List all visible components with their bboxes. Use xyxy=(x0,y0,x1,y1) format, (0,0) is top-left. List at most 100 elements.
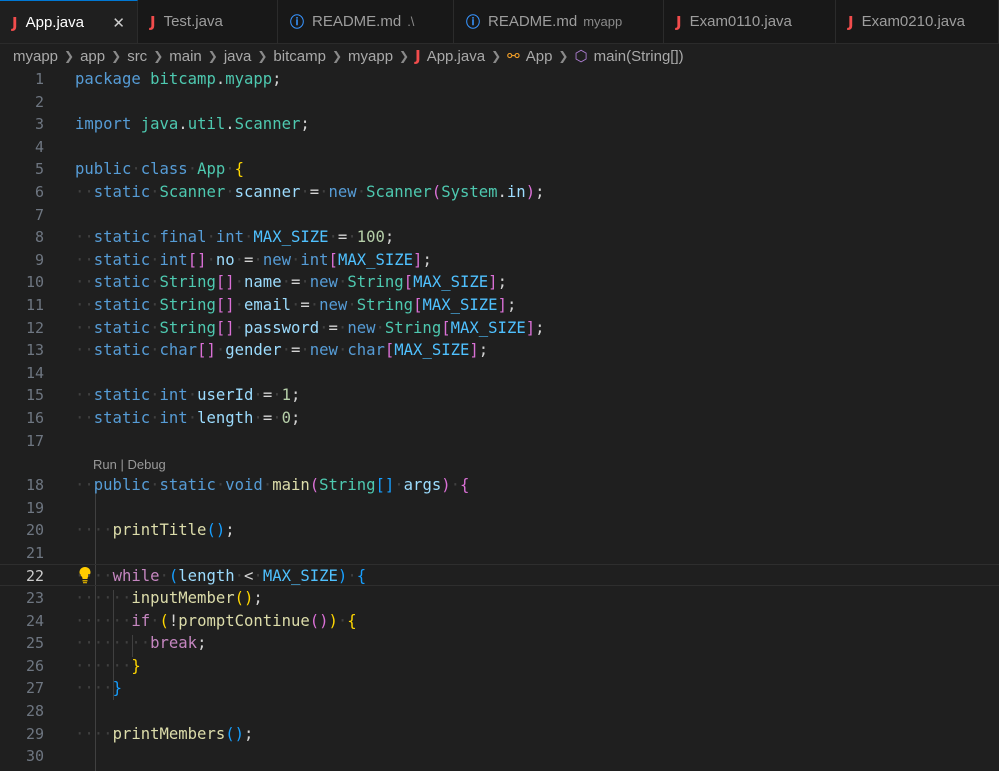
chevron-right-icon: ❯ xyxy=(331,49,343,63)
code-token: { xyxy=(347,611,357,630)
code-text: public·class·App·{ xyxy=(75,158,244,180)
code-token: password xyxy=(244,318,320,337)
tab-readme-root[interactable]: ⓘ README.md .\ xyxy=(278,0,454,43)
tab-exam0110-java[interactable]: J Exam0110.java xyxy=(664,0,836,43)
code-line[interactable]: 27 ····} xyxy=(0,677,999,699)
codelens-run-link[interactable]: Run xyxy=(93,457,117,472)
code-token: util xyxy=(187,115,226,134)
code-line[interactable]: 28 xyxy=(0,700,999,722)
whitespace-marker: · xyxy=(234,273,245,292)
code-token: ; xyxy=(244,724,254,743)
breadcrumb-item[interactable]: app xyxy=(80,48,105,65)
code-line[interactable]: 17 xyxy=(0,430,999,452)
code-line[interactable]: 26 ······} xyxy=(0,655,999,677)
code-token: { xyxy=(356,567,367,586)
breadcrumb-item[interactable]: myapp xyxy=(13,48,58,65)
whitespace-marker: · xyxy=(206,250,216,269)
code-line[interactable]: 24 ······if·(!promptContinue())·{ xyxy=(0,610,999,632)
line-number: 26 xyxy=(25,656,44,675)
code-line[interactable]: 3 import java.util.Scanner; xyxy=(0,113,999,135)
code-token: = xyxy=(337,228,348,247)
code-token: . xyxy=(497,183,507,201)
code-token: [ xyxy=(384,341,395,360)
breadcrumb-item[interactable]: myapp xyxy=(348,48,393,65)
code-line[interactable]: 22 ····while·(length·<·MAX_SIZE)·{ xyxy=(0,564,999,587)
code-token: int xyxy=(300,250,329,269)
code-token: public xyxy=(75,160,132,179)
code-line[interactable]: 12 ··static·String[]·password·=·new·Strin… xyxy=(0,317,999,339)
code-line[interactable]: 16 ··static·int·length·=·0; xyxy=(0,407,999,429)
code-text: ··static·String[]·email·=·new·String[MAX… xyxy=(75,294,516,316)
close-icon[interactable]: ✕ xyxy=(112,14,125,32)
code-token: [] xyxy=(197,341,216,360)
code-token: () xyxy=(309,611,329,630)
codelens-debug-link[interactable]: Debug xyxy=(127,457,165,472)
code-text: ··static·int[]·no·=·new·int[MAX_SIZE]; xyxy=(75,249,432,271)
tab-exam0210-java[interactable]: J Exam0210.java xyxy=(836,0,999,43)
whitespace-marker: · xyxy=(215,476,226,494)
breadcrumb-item[interactable]: java xyxy=(224,48,252,65)
whitespace-marker: ·· xyxy=(75,273,94,292)
code-line[interactable]: 19 xyxy=(0,497,999,519)
code-line[interactable]: 15 ··static·int·userId·=·1; xyxy=(0,384,999,406)
code-token: static xyxy=(93,183,151,201)
code-line[interactable]: 7 xyxy=(0,204,999,226)
whitespace-marker: · xyxy=(150,228,160,247)
code-token: 100 xyxy=(356,228,385,247)
line-number: 27 xyxy=(25,679,44,698)
code-line[interactable]: 5 public·class·App·{ xyxy=(0,158,999,180)
breadcrumb-item[interactable]: bitcamp xyxy=(273,48,326,65)
tab-app-java[interactable]: J App.java ✕ xyxy=(0,0,138,43)
code-line[interactable]: 4 xyxy=(0,136,999,158)
breadcrumb-item[interactable]: main xyxy=(169,48,202,65)
line-number: 3 xyxy=(34,115,44,134)
code-token: MAX_SIZE xyxy=(262,567,338,586)
breadcrumb-item[interactable]: src xyxy=(127,48,147,65)
breadcrumb: myapp ❯ app ❯ src ❯ main ❯ java ❯ bitcam… xyxy=(0,44,999,68)
code-text: ········break; xyxy=(75,632,206,654)
code-token: String xyxy=(159,273,216,292)
whitespace-marker: ·· xyxy=(75,409,94,427)
tab-test-java[interactable]: J Test.java xyxy=(138,0,278,43)
code-line[interactable]: 11 ··static·String[]·email·=·new·String[M… xyxy=(0,294,999,316)
code-editor[interactable]: Run | Debug 1 package bitcamp.myapp; 2 3 imp… xyxy=(0,68,999,771)
code-line[interactable]: 18 ··public·static·void·main(String[]·arg… xyxy=(0,474,999,496)
code-line[interactable]: 21 xyxy=(0,542,999,564)
code-line[interactable]: 14 xyxy=(0,362,999,384)
line-number: 14 xyxy=(25,363,44,382)
code-line[interactable]: 29 ····printMembers(); xyxy=(0,723,999,745)
code-line[interactable]: 13 ··static·char[]·gender·=·new·char[MAX_… xyxy=(0,339,999,361)
code-line[interactable]: 1 package bitcamp.myapp; xyxy=(0,68,999,90)
code-token: char xyxy=(159,341,198,360)
code-text: ··static·String[]·name·=·new·String[MAX_… xyxy=(75,271,507,293)
whitespace-marker: · xyxy=(131,160,141,179)
tab-readme-myapp[interactable]: ⓘ README.md myapp xyxy=(454,0,664,43)
code-token: ; xyxy=(290,409,301,427)
breadcrumb-class[interactable]: ⚯ App xyxy=(507,47,552,65)
code-line[interactable]: 23 ······inputMember(); xyxy=(0,587,999,609)
code-line[interactable]: 8 ··static·final·int·MAX_SIZE·=·100; xyxy=(0,226,999,248)
code-token: ; xyxy=(290,386,301,405)
code-line[interactable]: 9 ··static·int[]·no·=·new·int[MAX_SIZE]; xyxy=(0,249,999,271)
code-line[interactable]: 20 ····printTitle(); xyxy=(0,519,999,541)
code-line[interactable]: 2 xyxy=(0,91,999,113)
whitespace-marker: · xyxy=(375,318,385,337)
whitespace-marker: · xyxy=(187,386,198,405)
code-text: ······} xyxy=(75,655,141,677)
whitespace-marker: · xyxy=(394,476,404,494)
code-line[interactable]: 6 ··static·Scanner·scanner·=·new·Scanner(… xyxy=(0,181,999,203)
breadcrumb-method[interactable]: ⬡ main(String[]) xyxy=(574,47,683,65)
line-number: 28 xyxy=(25,702,44,720)
code-token: MAX_SIZE xyxy=(337,250,414,269)
code-line[interactable]: 25 ········break; xyxy=(0,632,999,654)
chevron-right-icon: ❯ xyxy=(111,49,122,63)
line-number: 2 xyxy=(34,92,44,111)
code-line[interactable]: 10 ··static·String[]·name·=·new·String[MA… xyxy=(0,271,999,293)
code-line[interactable]: 30 xyxy=(0,745,999,767)
code-text: ······if·(!promptContinue())·{ xyxy=(75,610,357,632)
code-token: ; xyxy=(535,183,545,201)
info-icon: ⓘ xyxy=(466,14,480,31)
code-token: myapp xyxy=(225,70,273,88)
code-token: no xyxy=(215,250,235,269)
breadcrumb-file[interactable]: J App.java xyxy=(415,47,485,65)
